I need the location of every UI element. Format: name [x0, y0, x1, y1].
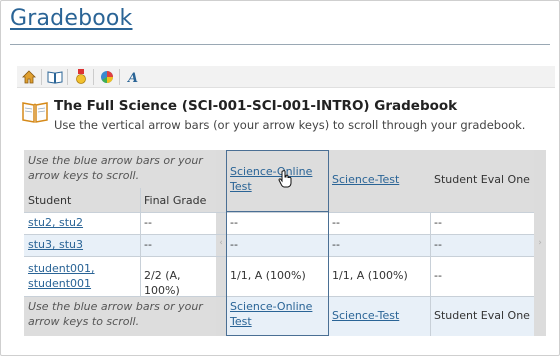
- assignment-header-eval: Student Eval One: [430, 150, 534, 212]
- grade-cell-test[interactable]: 1/1, A (100%): [328, 256, 430, 296]
- final-grade-cell: --: [140, 234, 216, 256]
- col-header-student: Student: [24, 188, 140, 212]
- pie-chart-icon[interactable]: [96, 67, 118, 87]
- footer-link-science-test[interactable]: Science-Test: [332, 309, 399, 322]
- title-divider: [10, 44, 550, 45]
- scroll-hint-bottom: Use the blue arrow bars or your arrow ke…: [24, 296, 216, 336]
- page-title[interactable]: Gradebook: [10, 6, 133, 31]
- toolbar-separator: [41, 68, 42, 85]
- student-cell: stu3, stu3: [24, 234, 140, 256]
- assignment-header-test: Science-Test: [328, 150, 430, 212]
- toolbar-separator: [93, 68, 94, 85]
- final-grade-cell: --: [140, 212, 216, 234]
- col-header-final-grade: Final Grade: [140, 188, 216, 212]
- grade-cell-eval[interactable]: --: [430, 234, 534, 256]
- final-grade-cell: 2/2 (A, 100%): [140, 256, 216, 296]
- scroll-right-bar[interactable]: ›: [534, 150, 546, 336]
- ribbon-icon[interactable]: [70, 67, 92, 87]
- student-link-student001[interactable]: student001, student001: [28, 262, 95, 290]
- scroll-left-bar[interactable]: ‹: [216, 150, 226, 336]
- student-cell: student001, student001: [24, 256, 140, 296]
- student-link-stu2[interactable]: stu2, stu2: [28, 216, 83, 229]
- grid-line: [140, 188, 141, 296]
- toolbar: A: [17, 66, 555, 88]
- grade-cell-eval[interactable]: --: [430, 212, 534, 234]
- gradebook-description: Use the vertical arrow bars (or your arr…: [54, 118, 526, 132]
- grid-line: [430, 212, 431, 336]
- toolbar-separator: [119, 68, 120, 85]
- svg-text:A: A: [126, 71, 138, 84]
- footer-header-eval: Student Eval One: [430, 296, 534, 336]
- grade-cell-test[interactable]: --: [328, 212, 430, 234]
- grade-cell-test[interactable]: --: [328, 234, 430, 256]
- gradebook-header: The Full Science (SCI-001-SCI-001-INTRO)…: [22, 98, 552, 134]
- footer-header-test: Science-Test: [328, 296, 430, 336]
- scroll-hint-top: Use the blue arrow bars or your arrow ke…: [24, 150, 216, 188]
- open-book-icon: [22, 100, 48, 128]
- hand-cursor-icon: [278, 170, 294, 192]
- grade-cell-eval[interactable]: --: [430, 256, 534, 296]
- book-icon[interactable]: [44, 67, 66, 87]
- gradebook-title: The Full Science (SCI-001-SCI-001-INTRO)…: [54, 98, 458, 114]
- home-icon[interactable]: [18, 67, 40, 87]
- italic-a-icon[interactable]: A: [122, 67, 144, 87]
- assignment-link-science-test[interactable]: Science-Test: [332, 173, 399, 186]
- gradebook-grid: Use the blue arrow bars or your arrow ke…: [24, 150, 546, 336]
- student-link-stu3[interactable]: stu3, stu3: [28, 238, 83, 251]
- toolbar-separator: [67, 68, 68, 85]
- selected-column-outline: [226, 211, 329, 336]
- student-cell: stu2, stu2: [24, 212, 140, 234]
